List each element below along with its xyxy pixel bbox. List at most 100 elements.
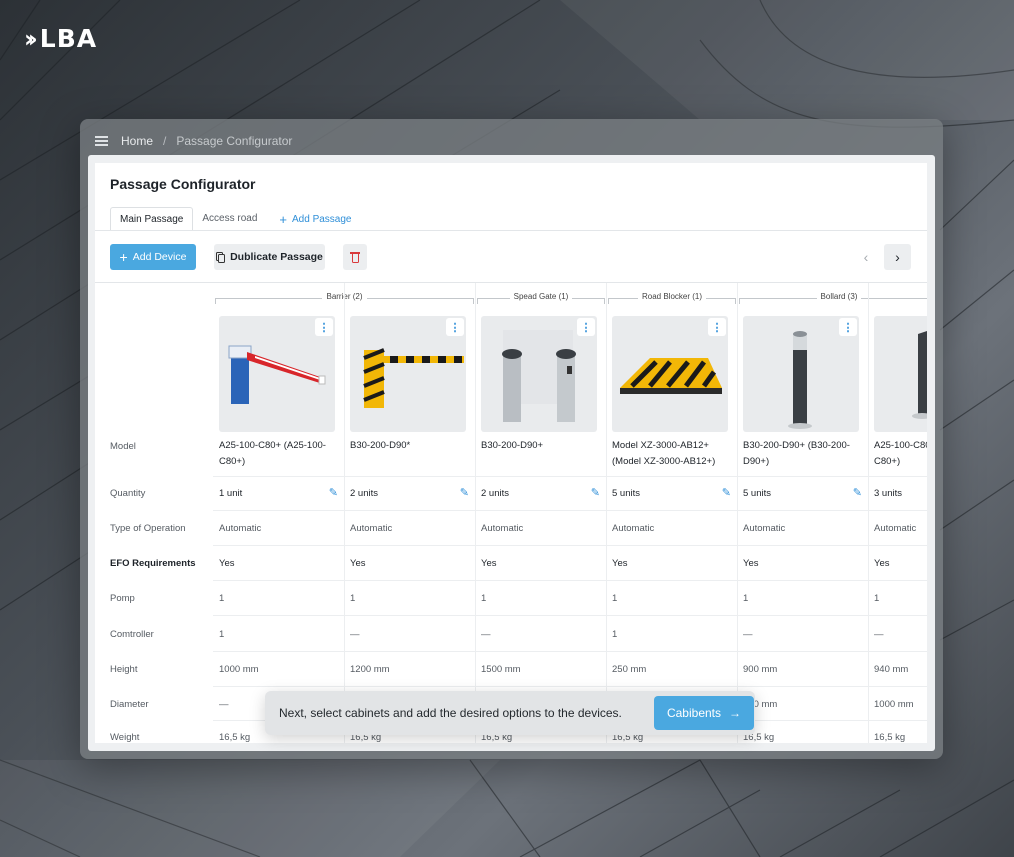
plus-icon: + bbox=[119, 249, 128, 265]
edit-quantity-pencil-icon[interactable]: ✎ bbox=[722, 486, 731, 499]
device-column: ⋮ A25-100-C80+ (A25-100-C80+) 1 unit ✎ A… bbox=[213, 283, 344, 743]
duplicate-passage-button[interactable]: Dublicate Passage bbox=[214, 244, 325, 270]
device-pomp: 1 bbox=[743, 593, 749, 604]
device-efo: Yes bbox=[743, 558, 759, 569]
toast-message: Next, select cabinets and add the desire… bbox=[279, 706, 622, 720]
device-height: 1000 mm bbox=[219, 664, 259, 675]
hamburger-menu-icon[interactable] bbox=[95, 136, 108, 146]
duplicate-passage-label: Dublicate Passage bbox=[230, 251, 323, 263]
device-model: A25-100-C80+ (A25-100-C80+) bbox=[219, 440, 326, 467]
device-type: Automatic bbox=[350, 523, 393, 534]
device-type: Automatic bbox=[481, 523, 524, 534]
device-diameter: 1000 mm bbox=[874, 699, 914, 710]
brand-logo[interactable]: ›› LBA bbox=[24, 24, 97, 53]
tabs-divider bbox=[95, 230, 927, 231]
device-menu-icon[interactable]: ⋮ bbox=[577, 318, 595, 336]
device-model: B30-200-D90* bbox=[350, 440, 411, 451]
device-efo: Yes bbox=[350, 558, 366, 569]
device-model: B30-200-D90+ bbox=[481, 440, 544, 451]
device-image-bollard: ⋮ bbox=[743, 316, 859, 432]
device-controller: 1 bbox=[219, 629, 225, 640]
device-quantity: 5 units bbox=[612, 488, 640, 499]
breadcrumb: Home / Passage Configurator bbox=[95, 129, 292, 153]
copy-icon bbox=[216, 251, 226, 263]
breadcrumb-separator: / bbox=[163, 134, 167, 148]
cabinets-button[interactable]: Cabibents → bbox=[654, 696, 754, 730]
device-quantity: 2 units bbox=[350, 488, 378, 499]
device-menu-icon[interactable]: ⋮ bbox=[839, 318, 857, 336]
device-menu-icon[interactable]: ⋮ bbox=[446, 318, 464, 336]
previous-button[interactable]: ‹ bbox=[857, 244, 875, 270]
next-step-toast: Next, select cabinets and add the desire… bbox=[265, 691, 755, 735]
device-comparison-table: Model Quantity Type of Operation EFO Req… bbox=[95, 283, 927, 743]
edit-quantity-pencil-icon[interactable]: ✎ bbox=[329, 486, 338, 499]
device-pomp: 1 bbox=[874, 593, 880, 604]
device-controller: 1 bbox=[612, 629, 618, 640]
row-label-type: Type of Operation bbox=[110, 523, 186, 534]
row-label-efo: EFO Requirements bbox=[110, 558, 196, 569]
row-label-diameter: Diameter bbox=[110, 699, 149, 710]
tab-add-passage[interactable]: + Add Passage bbox=[270, 207, 360, 231]
device-image-bollard bbox=[874, 316, 927, 432]
device-weight: 16,5 kg bbox=[874, 732, 906, 743]
device-model: A25-100-C80+ (A25-100-C80+) bbox=[874, 440, 927, 467]
add-passage-label: Add Passage bbox=[292, 213, 352, 225]
plus-icon: + bbox=[279, 211, 287, 227]
device-pomp: 1 bbox=[612, 593, 618, 604]
tab-main-passage[interactable]: Main Passage bbox=[110, 207, 194, 231]
device-type: Automatic bbox=[612, 523, 655, 534]
configurator-card: Passage Configurator Main Passage Access… bbox=[95, 163, 927, 743]
device-height: 1200 mm bbox=[350, 664, 390, 675]
device-quantity: 1 unit bbox=[219, 488, 243, 499]
arrow-right-icon: → bbox=[729, 706, 742, 720]
add-device-button[interactable]: + Add Device bbox=[110, 244, 196, 270]
device-height: 900 mm bbox=[743, 664, 778, 675]
device-column: ⋮ B30-200-D90* 2 units ✎ Automatic Yes 1… bbox=[344, 283, 475, 743]
device-controller: — bbox=[874, 629, 884, 640]
device-menu-icon[interactable]: ⋮ bbox=[315, 318, 333, 336]
device-column: A25-100-C80+ (A25-100-C80+) 3 units Auto… bbox=[868, 283, 927, 743]
toolbar: + Add Device Dublicate Passage ‹ › bbox=[110, 244, 915, 270]
device-menu-icon[interactable]: ⋮ bbox=[708, 318, 726, 336]
device-column: ⋮ B30-200-D90+ (B30-200-D90+) 5 units ✎ … bbox=[737, 283, 868, 743]
device-diameter: 900 mm bbox=[743, 699, 778, 710]
device-controller: — bbox=[350, 629, 360, 640]
device-image-road-blocker: ⋮ bbox=[612, 316, 728, 432]
row-label-quantity: Quantity bbox=[110, 488, 146, 499]
logo-chevrons-icon: ›› bbox=[24, 24, 38, 53]
device-image-speed-gate: ⋮ bbox=[481, 316, 597, 432]
trash-icon bbox=[350, 251, 360, 263]
breadcrumb-home[interactable]: Home bbox=[121, 134, 153, 148]
row-label-controller: Comtroller bbox=[110, 629, 154, 640]
row-labels: Model Quantity Type of Operation EFO Req… bbox=[95, 283, 213, 743]
next-button[interactable]: › bbox=[884, 244, 911, 270]
page-title: Passage Configurator bbox=[110, 176, 256, 192]
row-label-height: Height bbox=[110, 664, 138, 675]
device-pomp: 1 bbox=[350, 593, 356, 604]
delete-passage-button[interactable] bbox=[343, 244, 367, 270]
logo-text: LBA bbox=[39, 24, 98, 53]
device-quantity: 3 units bbox=[874, 488, 902, 499]
device-controller: — bbox=[481, 629, 491, 640]
device-type: Automatic bbox=[743, 523, 786, 534]
edit-quantity-pencil-icon[interactable]: ✎ bbox=[591, 486, 600, 499]
edit-quantity-pencil-icon[interactable]: ✎ bbox=[460, 486, 469, 499]
tab-access-road[interactable]: Access road bbox=[193, 207, 266, 231]
breadcrumb-current: Passage Configurator bbox=[176, 134, 293, 148]
device-column: ⋮ B30-200-D90+ 2 units ✎ Automatic Yes 1… bbox=[475, 283, 606, 743]
edit-quantity-pencil-icon[interactable]: ✎ bbox=[853, 486, 862, 499]
cabinets-button-label: Cabibents bbox=[666, 706, 722, 720]
device-efo: Yes bbox=[481, 558, 497, 569]
device-height: 250 mm bbox=[612, 664, 647, 675]
device-height: 1500 mm bbox=[481, 664, 521, 675]
device-quantity: 2 units bbox=[481, 488, 509, 499]
device-pomp: 1 bbox=[219, 593, 225, 604]
device-column: ⋮ Model XZ-3000-AB12+ (Model XZ-3000-AB1… bbox=[606, 283, 737, 743]
device-type: Automatic bbox=[219, 523, 262, 534]
add-device-label: Add Device bbox=[132, 251, 187, 263]
row-label-pomp: Pomp bbox=[110, 593, 135, 604]
content-panel: Passage Configurator Main Passage Access… bbox=[88, 155, 935, 751]
device-image-barrier: ⋮ bbox=[219, 316, 335, 432]
device-model: B30-200-D90+ (B30-200-D90+) bbox=[743, 440, 850, 467]
device-pomp: 1 bbox=[481, 593, 487, 604]
